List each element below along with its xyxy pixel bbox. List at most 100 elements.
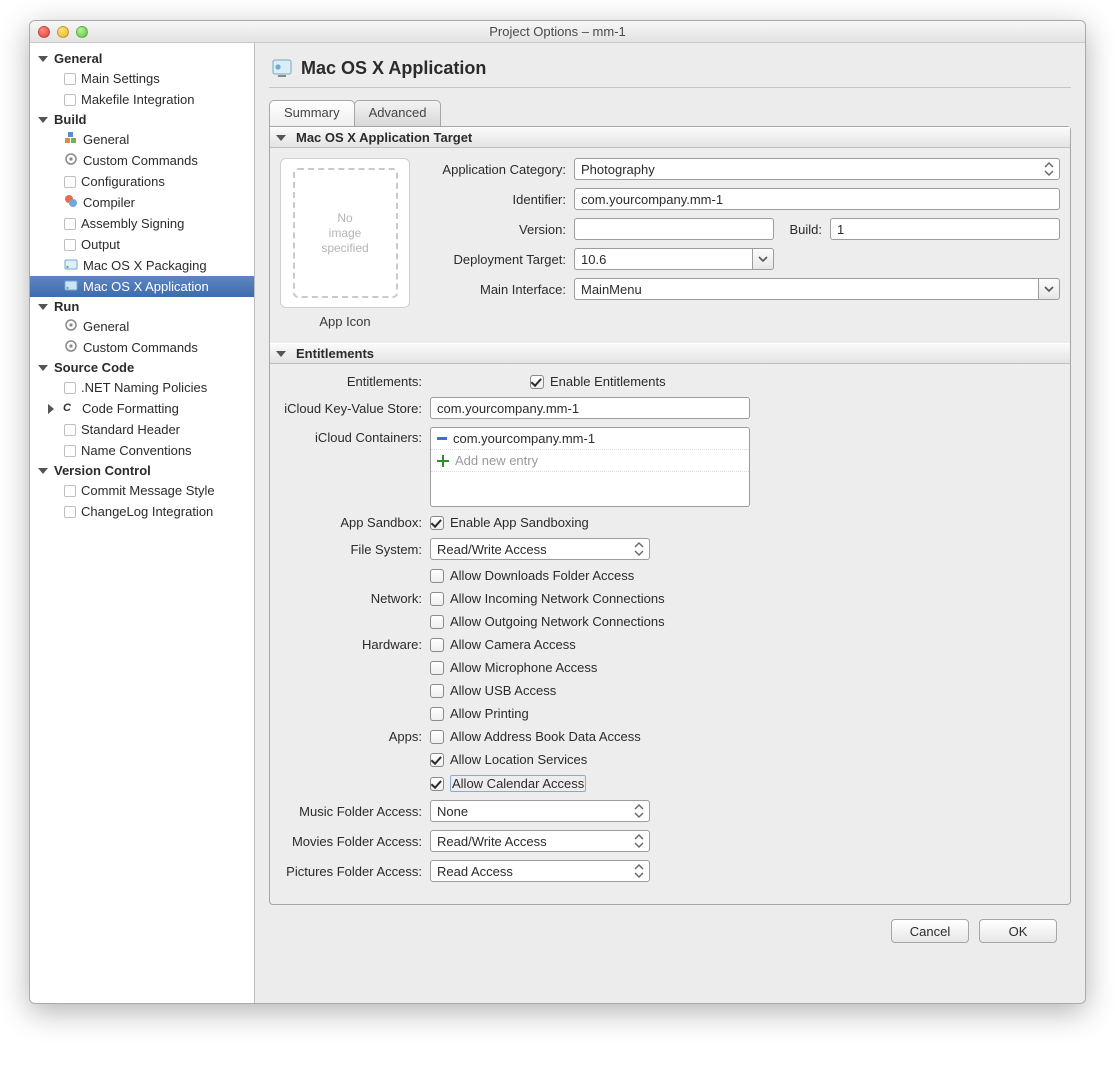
movies-label: Movies Folder Access: — [280, 834, 430, 849]
sidebar-item-name-conventions[interactable]: Name Conventions — [30, 440, 254, 461]
page-title: Mac OS X Application — [301, 58, 486, 79]
target-section-header[interactable]: Mac OS X Application Target — [270, 127, 1070, 148]
music-select[interactable] — [430, 800, 650, 822]
checkbox-icon — [430, 638, 444, 652]
location-checkbox[interactable]: Allow Location Services — [430, 752, 587, 767]
gear-icon — [64, 339, 78, 356]
sidebar-item-changelog-integration[interactable]: ChangeLog Integration — [30, 501, 254, 522]
pictures-select[interactable] — [430, 860, 650, 882]
camera-checkbox[interactable]: Allow Camera Access — [430, 637, 576, 652]
cb-icon — [64, 485, 76, 497]
cb-icon — [64, 73, 76, 85]
downloads-checkbox[interactable]: Allow Downloads Folder Access — [430, 568, 634, 583]
container-row[interactable]: com.yourcompany.mm-1 — [431, 428, 749, 450]
sidebar-item-makefile-integration[interactable]: Makefile Integration — [30, 89, 254, 110]
print-checkbox[interactable]: Allow Printing — [430, 706, 529, 721]
sidebar-item-output[interactable]: Output — [30, 234, 254, 255]
sidebar-item-mac-os-x-packaging[interactable]: Mac OS X Packaging — [30, 255, 254, 276]
sidebar-item-label: Name Conventions — [81, 443, 192, 458]
ok-button[interactable]: OK — [979, 919, 1057, 943]
app-icon-well[interactable]: No image specified — [280, 158, 410, 308]
sidebar-item-label: Mac OS X Packaging — [83, 258, 207, 273]
sidebar-group-build[interactable]: Build — [30, 110, 254, 129]
pkg-icon — [64, 257, 78, 274]
identifier-input[interactable] — [574, 188, 1060, 210]
filesystem-select[interactable] — [430, 538, 650, 560]
category-select[interactable] — [574, 158, 1060, 180]
build-input[interactable] — [830, 218, 1060, 240]
sidebar-group-run[interactable]: Run — [30, 297, 254, 316]
main-interface-combo[interactable] — [574, 278, 1060, 300]
add-container-row[interactable]: Add new entry — [431, 450, 749, 472]
enable-entitlements-checkbox[interactable]: Enable Entitlements — [530, 374, 666, 389]
sidebar-item-code-formatting[interactable]: CCode Formatting — [30, 398, 254, 419]
entitlements-section-body: Entitlements: Enable Entitlements iCloud… — [270, 364, 1070, 904]
build-icon — [64, 131, 78, 148]
sidebar-item-compiler[interactable]: Compiler — [30, 192, 254, 213]
sidebar-item-label: Output — [81, 237, 120, 252]
entitlements-section-header[interactable]: Entitlements — [270, 343, 1070, 364]
deploy-target-combo[interactable] — [574, 248, 774, 270]
location-text: Allow Location Services — [450, 752, 587, 767]
svg-text:C: C — [63, 402, 72, 414]
addressbook-checkbox[interactable]: Allow Address Book Data Access — [430, 729, 641, 744]
sidebar-group-label: General — [54, 51, 102, 66]
sidebar-group-source-code[interactable]: Source Code — [30, 358, 254, 377]
mic-checkbox[interactable]: Allow Microphone Access — [430, 660, 597, 675]
sidebar-item-general[interactable]: General — [30, 316, 254, 337]
icloud-containers-list[interactable]: com.yourcompany.mm-1 Add new entry — [430, 427, 750, 507]
plus-icon[interactable] — [437, 455, 449, 467]
app-icon — [64, 278, 78, 295]
checkbox-icon — [430, 592, 444, 606]
cb-icon — [64, 94, 76, 106]
checkbox-icon — [430, 569, 444, 583]
entitlements-section-title: Entitlements — [296, 346, 374, 361]
sidebar-item-standard-header[interactable]: Standard Header — [30, 419, 254, 440]
deploy-target-label: Deployment Target: — [424, 252, 574, 267]
network-label: Network: — [280, 591, 430, 606]
sidebar-item-custom-commands[interactable]: Custom Commands — [30, 337, 254, 358]
movies-select[interactable] — [430, 830, 650, 852]
net-in-checkbox[interactable]: Allow Incoming Network Connections — [430, 591, 665, 606]
calendar-text: Allow Calendar Access — [450, 775, 586, 792]
target-section-title: Mac OS X Application Target — [296, 130, 472, 145]
main-interface-label: Main Interface: — [424, 282, 574, 297]
tab-advanced[interactable]: Advanced — [354, 100, 442, 126]
sidebar-item-label: Commit Message Style — [81, 483, 215, 498]
net-in-text: Allow Incoming Network Connections — [450, 591, 665, 606]
chevron-down-icon[interactable] — [1038, 278, 1060, 300]
enable-sandbox-text: Enable App Sandboxing — [450, 515, 589, 530]
minus-icon[interactable] — [437, 437, 447, 440]
disclosure-icon — [276, 351, 286, 357]
version-input[interactable] — [574, 218, 774, 240]
deploy-target-input[interactable] — [574, 248, 752, 270]
sidebar-group-version-control[interactable]: Version Control — [30, 461, 254, 480]
gear-icon — [64, 152, 78, 169]
sidebar-item-custom-commands[interactable]: Custom Commands — [30, 150, 254, 171]
chevron-down-icon[interactable] — [752, 248, 774, 270]
usb-checkbox[interactable]: Allow USB Access — [430, 683, 556, 698]
settings-panel: Mac OS X Application Target No image spe… — [269, 126, 1071, 905]
sidebar-item-commit-message-style[interactable]: Commit Message Style — [30, 480, 254, 501]
sidebar-item--net-naming-policies[interactable]: .NET Naming Policies — [30, 377, 254, 398]
cb-icon — [64, 239, 76, 251]
cancel-button[interactable]: Cancel — [891, 919, 969, 943]
sidebar-item-configurations[interactable]: Configurations — [30, 171, 254, 192]
calendar-checkbox[interactable]: Allow Calendar Access — [430, 775, 586, 792]
sidebar-item-mac-os-x-application[interactable]: Mac OS X Application — [30, 276, 254, 297]
sidebar-item-main-settings[interactable]: Main Settings — [30, 68, 254, 89]
enable-sandbox-checkbox[interactable]: Enable App Sandboxing — [430, 515, 589, 530]
cb-icon — [64, 424, 76, 436]
main-panel: Mac OS X Application Summary Advanced Ma… — [255, 43, 1085, 1003]
sidebar-group-general[interactable]: General — [30, 49, 254, 68]
music-label: Music Folder Access: — [280, 804, 430, 819]
downloads-text: Allow Downloads Folder Access — [450, 568, 634, 583]
tab-summary[interactable]: Summary — [269, 100, 355, 126]
net-out-checkbox[interactable]: Allow Outgoing Network Connections — [430, 614, 665, 629]
main-interface-input[interactable] — [574, 278, 1038, 300]
checkbox-icon — [530, 375, 544, 389]
sidebar-item-assembly-signing[interactable]: Assembly Signing — [30, 213, 254, 234]
sandbox-label: App Sandbox: — [280, 515, 430, 530]
sidebar-item-general[interactable]: General — [30, 129, 254, 150]
icloud-kv-input[interactable] — [430, 397, 750, 419]
